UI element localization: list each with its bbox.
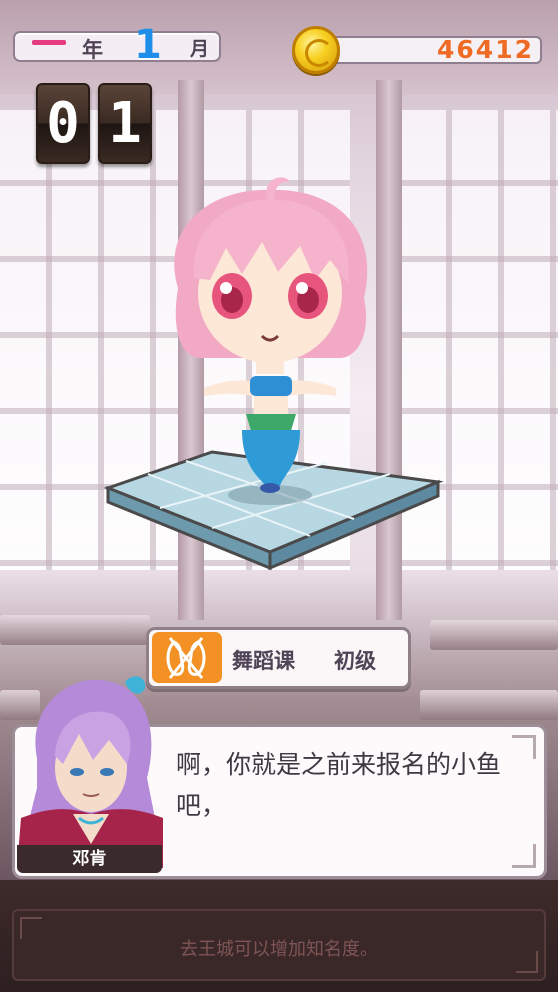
corner-ornament: [512, 844, 536, 868]
lesson-level: 初级: [334, 649, 376, 673]
speaker-avatar: [17, 676, 163, 868]
month-label: 月: [190, 38, 210, 60]
year-indicator: [32, 40, 66, 45]
gold-amount: 46412: [437, 35, 534, 64]
desk: [430, 620, 558, 650]
month-number: 1: [134, 22, 162, 68]
lesson-title: 舞蹈课: [232, 649, 295, 673]
gold-coin-icon: [292, 26, 340, 74]
desk: [0, 615, 150, 645]
tip-text: 去王城可以增加知名度。: [180, 939, 378, 960]
day-digit-card: 1: [98, 83, 152, 164]
day-digit-card: 0: [36, 83, 90, 164]
dancer-character: [174, 177, 368, 493]
year-label: 年: [82, 38, 103, 62]
desk: [420, 690, 558, 720]
speaker-name: 邓肯: [17, 845, 162, 873]
dialogue-text: 啊，你就是之前来报名的小鱼吧，: [176, 750, 502, 820]
